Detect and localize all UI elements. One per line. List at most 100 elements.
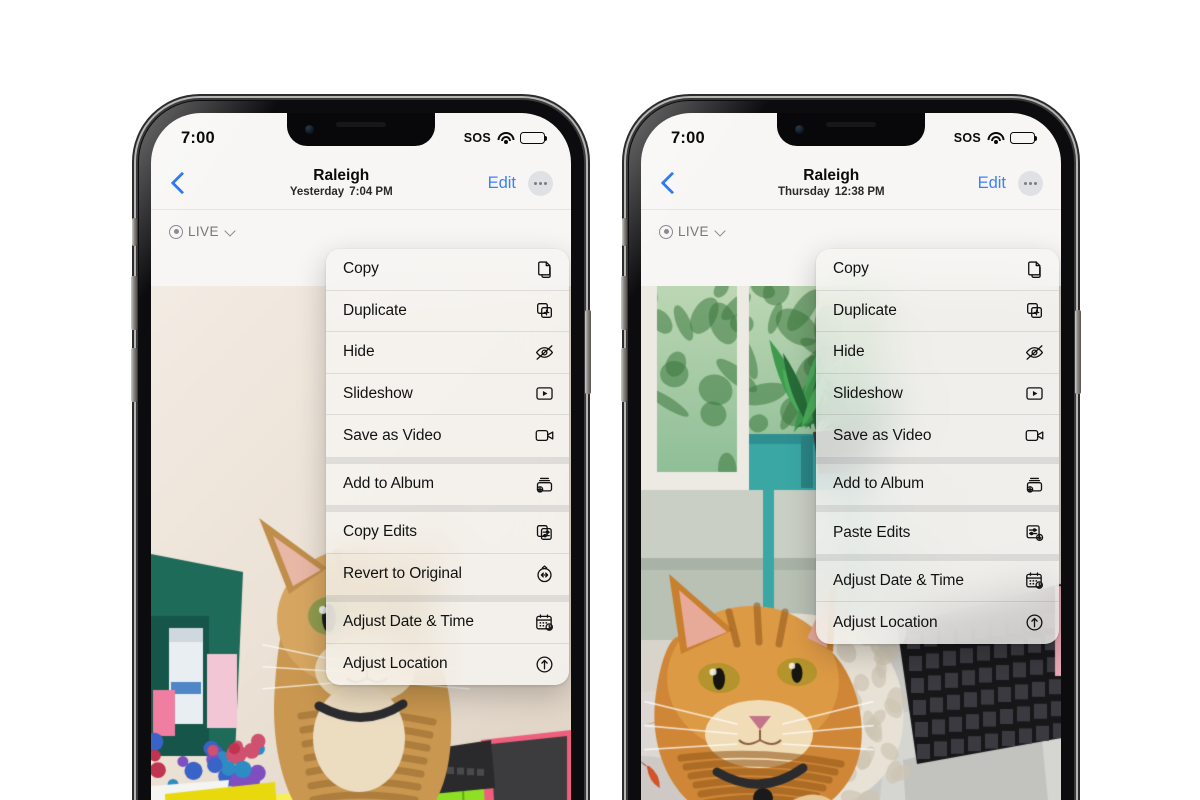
menu-item-copy[interactable]: Copy — [326, 249, 569, 291]
menu-item-label: Adjust Location — [343, 655, 448, 673]
eye-slash-icon — [1024, 342, 1045, 363]
status-indicators: SOS — [954, 131, 1038, 145]
phone-screen: 7:00 SOS Raleigh — [641, 113, 1061, 800]
title-location: Raleigh — [313, 167, 370, 185]
location-arrow-icon — [1024, 612, 1045, 633]
paste-edits-icon — [1024, 522, 1045, 543]
play-rectangle-icon — [1024, 383, 1045, 404]
add-to-album-icon — [534, 474, 555, 495]
menu-group: Copy Edits Revert to Original — [326, 505, 569, 595]
more-options-button[interactable] — [1018, 170, 1043, 196]
menu-item-save-as-video[interactable]: Save as Video — [326, 415, 569, 457]
duplicate-icon — [534, 300, 555, 321]
menu-item-duplicate[interactable]: Duplicate — [326, 291, 569, 332]
more-options-button[interactable] — [528, 170, 553, 196]
video-camera-icon — [1024, 425, 1045, 446]
status-indicators: SOS — [463, 131, 548, 145]
silent-switch[interactable] — [132, 218, 137, 246]
menu-item-label: Slideshow — [833, 384, 903, 402]
notch — [777, 113, 925, 146]
menu-item-label: Copy — [833, 260, 869, 278]
menu-item-adjust-location[interactable]: Adjust Location — [816, 602, 1059, 644]
live-label: LIVE — [188, 224, 219, 239]
menu-item-hide[interactable]: Hide — [816, 332, 1059, 374]
menu-group: Paste Edits — [816, 505, 1059, 554]
live-label: LIVE — [678, 224, 709, 239]
live-photo-icon — [169, 224, 183, 239]
menu-item-hide[interactable]: Hide — [326, 332, 569, 374]
title-timestamp: Yesterday 7:04 PM — [195, 186, 488, 199]
location-arrow-icon — [534, 654, 555, 675]
menu-item-adjust-date-time[interactable]: Adjust Date & Time — [326, 602, 569, 644]
chevron-down-icon — [226, 227, 235, 236]
power-button[interactable] — [585, 310, 591, 394]
phone-frame: 7:00 SOS Raleigh — [131, 100, 591, 800]
menu-item-duplicate[interactable]: Duplicate — [816, 291, 1059, 332]
live-badge[interactable]: LIVE — [169, 224, 235, 239]
back-button[interactable] — [165, 168, 195, 198]
menu-item-add-to-album[interactable]: Add to Album — [326, 464, 569, 506]
phone-right: 7:00 SOS Raleigh Thursday 12:38 PM Edit … — [621, 100, 1081, 800]
screenshot-stage: 7:00 SOS Raleigh Yesterday 7:04 PM Edit … — [0, 0, 1200, 800]
context-menu[interactable]: Copy Duplicate Hide Slideshow Save as Video A… — [816, 249, 1059, 644]
add-to-album-icon — [1024, 474, 1045, 495]
menu-group: Adjust Date & Time Adjust Location — [326, 595, 569, 685]
title-day: Thursday — [777, 185, 830, 198]
silent-switch[interactable] — [622, 218, 627, 246]
menu-group: Add to Album — [326, 456, 569, 506]
battery-icon — [520, 131, 548, 145]
phone-frame: 7:00 SOS Raleigh — [621, 100, 1081, 800]
menu-item-adjust-date-time[interactable]: Adjust Date & Time — [816, 561, 1059, 602]
menu-group: Adjust Date & Time Adjust Location — [816, 553, 1059, 644]
volume-down-button[interactable] — [621, 348, 627, 402]
menu-item-label: Adjust Date & Time — [343, 613, 474, 631]
front-camera-icon — [305, 125, 314, 134]
page-title: Raleigh Thursday 12:38 PM — [685, 167, 978, 198]
nav-bar: Raleigh Thursday 12:38 PM Edit — [641, 157, 1061, 209]
revert-arrow-icon — [534, 564, 555, 585]
menu-item-paste-edits[interactable]: Paste Edits — [816, 512, 1059, 554]
play-rectangle-icon — [534, 383, 555, 404]
menu-item-label: Add to Album — [343, 475, 434, 493]
copy-edits-icon — [534, 522, 555, 543]
menu-item-copy[interactable]: Copy — [816, 249, 1059, 291]
video-camera-icon — [534, 425, 555, 446]
menu-item-label: Copy Edits — [343, 523, 417, 541]
menu-item-add-to-album[interactable]: Add to Album — [816, 464, 1059, 506]
title-location: Raleigh — [803, 167, 860, 185]
title-day: Yesterday — [289, 185, 345, 198]
menu-group: Copy Duplicate Hide Slideshow Save as Video — [326, 249, 569, 457]
back-button[interactable] — [655, 168, 685, 198]
menu-item-slideshow[interactable]: Slideshow — [326, 374, 569, 415]
menu-item-label: Save as Video — [343, 426, 442, 444]
edit-button[interactable]: Edit — [978, 174, 1006, 193]
menu-item-save-as-video[interactable]: Save as Video — [816, 415, 1059, 457]
volume-up-button[interactable] — [621, 276, 627, 330]
context-menu[interactable]: Copy Duplicate Hide Slideshow Save as Video A… — [326, 249, 569, 685]
menu-item-revert-to-original[interactable]: Revert to Original — [326, 554, 569, 596]
volume-up-button[interactable] — [131, 276, 137, 330]
copy-icon — [1024, 259, 1045, 280]
title-timestamp: Thursday 12:38 PM — [685, 186, 978, 199]
live-badge[interactable]: LIVE — [659, 224, 725, 239]
live-photo-bar: LIVE — [641, 209, 1061, 253]
menu-item-label: Adjust Date & Time — [833, 571, 964, 589]
live-photo-bar: LIVE — [151, 209, 571, 253]
status-clock: 7:00 — [181, 128, 215, 147]
menu-item-slideshow[interactable]: Slideshow — [816, 374, 1059, 415]
title-time: 7:04 PM — [349, 185, 393, 198]
menu-item-label: Slideshow — [343, 384, 413, 402]
phone-left: 7:00 SOS Raleigh Yesterday 7:04 PM Edit … — [131, 100, 591, 800]
menu-item-label: Hide — [833, 343, 865, 361]
front-camera-icon — [795, 125, 804, 134]
menu-item-adjust-location[interactable]: Adjust Location — [326, 644, 569, 686]
menu-item-copy-edits[interactable]: Copy Edits — [326, 512, 569, 554]
menu-item-label: Paste Edits — [833, 523, 911, 541]
status-clock: 7:00 — [671, 128, 705, 147]
power-button[interactable] — [1075, 310, 1081, 394]
sos-label: SOS — [463, 131, 491, 145]
volume-down-button[interactable] — [131, 348, 137, 402]
edit-button[interactable]: Edit — [488, 174, 516, 193]
phone-screen: 7:00 SOS Raleigh — [151, 113, 571, 800]
nav-bar: Raleigh Yesterday 7:04 PM Edit — [151, 157, 571, 209]
